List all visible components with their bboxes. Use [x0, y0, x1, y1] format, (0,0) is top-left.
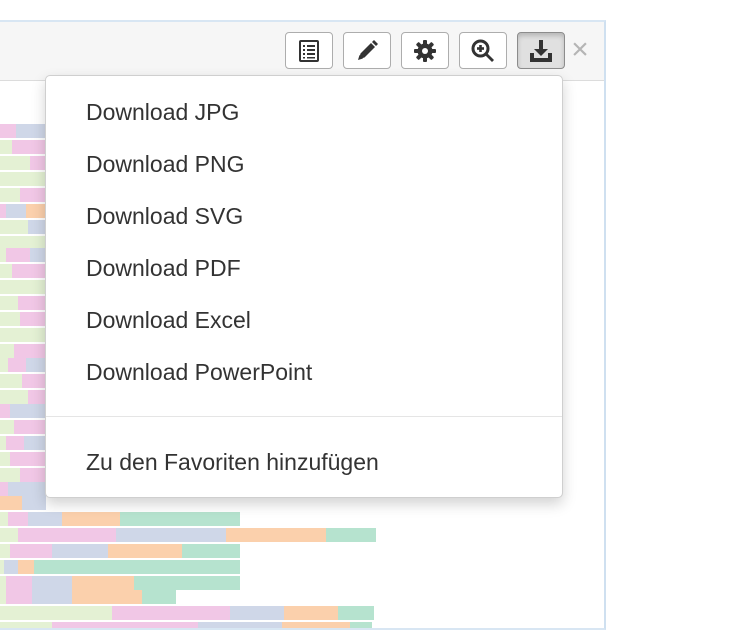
chart-bar-row [0, 404, 46, 418]
download-powerpoint-item[interactable]: Download PowerPoint [46, 350, 562, 394]
chart-bar-row [0, 576, 240, 590]
chart-bar-row [0, 482, 46, 496]
chart-bar-row [0, 328, 46, 342]
zoom-in-icon [470, 38, 496, 64]
chart-bar-row [0, 528, 376, 542]
chart-bar-row [0, 344, 46, 358]
chart-bar-row [0, 390, 46, 404]
chart-bar-row [0, 590, 176, 604]
download-button[interactable] [517, 32, 565, 69]
chart-bar-row [0, 358, 46, 372]
chart-bar-row [0, 296, 46, 310]
chart-bar-row [0, 560, 240, 574]
add-to-favorites-item[interactable]: Zu den Favoriten hinzufügen [46, 440, 562, 484]
chart-toolbar: × [0, 22, 604, 81]
chart-bar-row [0, 420, 46, 434]
chart-bar-row [0, 312, 46, 326]
chart-bar-row [0, 374, 46, 388]
chart-bar-row [0, 512, 240, 526]
chart-bar-row [0, 156, 46, 170]
chart-bar-row [0, 172, 46, 186]
download-icon [528, 38, 554, 64]
pencil-icon [355, 39, 379, 63]
chart-bar-row [0, 622, 372, 628]
download-svg-item[interactable]: Download SVG [46, 194, 562, 238]
chart-bar-row [0, 140, 46, 154]
download-pdf-item[interactable]: Download PDF [46, 246, 562, 290]
chart-bar-row [0, 452, 46, 466]
chart-bar-row [0, 496, 46, 510]
chart-bar-row [0, 264, 46, 278]
chart-bar-row [0, 248, 46, 262]
close-button[interactable]: × [568, 33, 592, 66]
download-png-item[interactable]: Download PNG [46, 142, 562, 186]
zoom-button[interactable] [459, 32, 507, 69]
list-icon [297, 39, 321, 63]
settings-button[interactable] [401, 32, 449, 69]
chart-bar-row [0, 204, 46, 218]
chart-bar-row [0, 280, 46, 294]
menu-divider [46, 416, 562, 417]
close-icon: × [571, 33, 589, 66]
chart-bar-row [0, 124, 46, 138]
gear-icon [413, 39, 437, 63]
chart-bar-row [0, 468, 46, 482]
chart-bar-row [0, 188, 46, 202]
chart-bar-row [0, 220, 46, 234]
table-view-button[interactable] [285, 32, 333, 69]
download-menu: Download JPG Download PNG Download SVG D… [45, 75, 563, 498]
download-excel-item[interactable]: Download Excel [46, 298, 562, 342]
chart-bar-row [0, 544, 240, 558]
edit-button[interactable] [343, 32, 391, 69]
download-jpg-item[interactable]: Download JPG [46, 90, 562, 134]
chart-bar-row [0, 606, 374, 620]
chart-bar-row [0, 436, 46, 450]
